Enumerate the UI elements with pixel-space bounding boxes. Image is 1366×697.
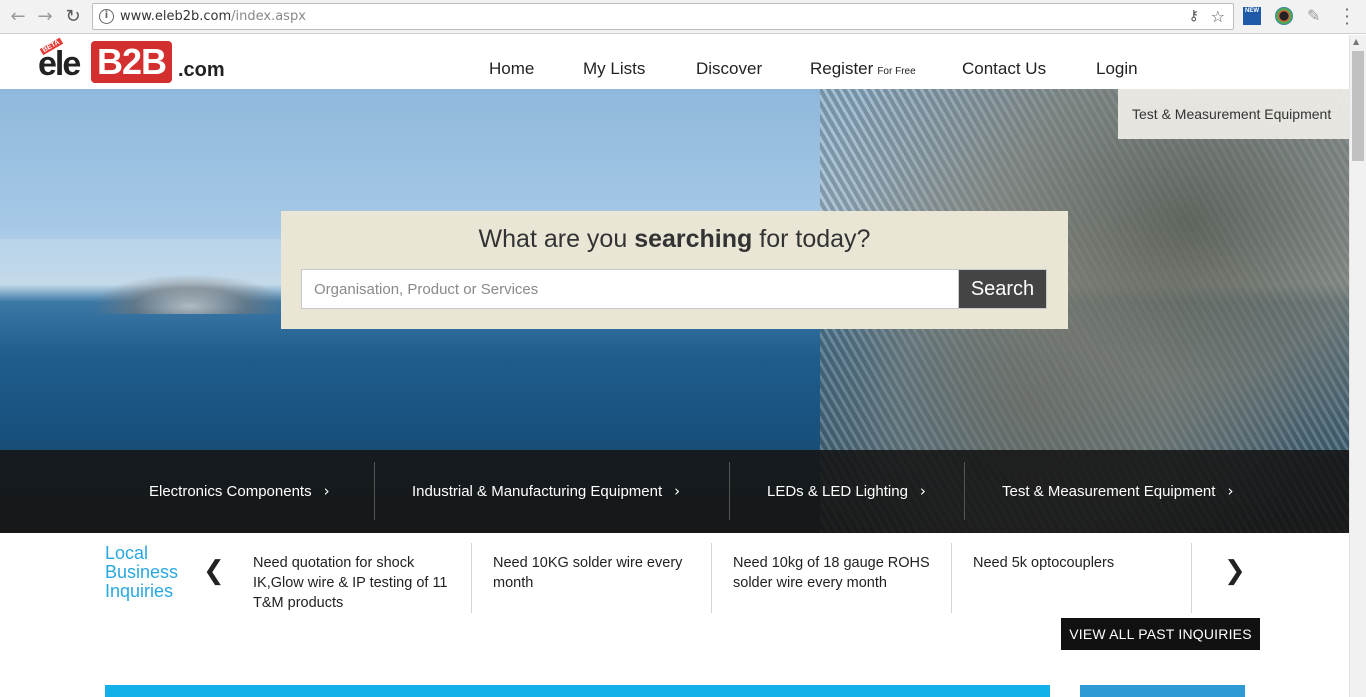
category-divider (374, 462, 375, 520)
search-input[interactable] (301, 269, 959, 309)
url-text[interactable]: www.eleb2b.com/index.aspx (120, 9, 306, 24)
site-header: ele BETA B2B .com Home My Lists Discover… (0, 35, 1349, 89)
hero-banner: Test & Measurement Equipment What are yo… (0, 89, 1349, 533)
address-bar[interactable]: i www.eleb2b.com/index.aspx ⚷ ☆ (92, 3, 1234, 30)
logo-com: .com (178, 59, 225, 81)
search-heading-bold: searching (634, 225, 753, 253)
chevron-right-icon: › (1227, 482, 1234, 500)
inquiries-heading: Local Business Inquiries (105, 543, 179, 601)
back-icon[interactable]: ← (7, 6, 29, 28)
category-industrial-manufacturing[interactable]: Industrial & Manufacturing Equipment › (412, 462, 680, 520)
nav-login[interactable]: Login (1096, 59, 1138, 79)
menu-icon[interactable]: · · · (1342, 2, 1352, 32)
chevron-left-icon[interactable]: ❮ (203, 555, 225, 587)
search-heading: What are you searching for today? (281, 225, 1068, 254)
nav-home[interactable]: Home (489, 59, 534, 79)
category-label: Test & Measurement Equipment (1002, 482, 1216, 500)
forward-icon[interactable]: → (34, 6, 56, 28)
hero-island-image (90, 274, 290, 314)
reload-icon[interactable]: ↻ (62, 6, 84, 28)
nav-register-label: Register (810, 59, 874, 78)
category-bar: Electronics Components › Industrial & Man… (0, 450, 1349, 533)
pen-extension-icon[interactable]: ✎ (1307, 7, 1325, 25)
category-test-measurement[interactable]: Test & Measurement Equipment › (1002, 462, 1233, 520)
category-label: Electronics Components (149, 482, 312, 500)
scroll-up-icon[interactable]: ▲ (1353, 37, 1359, 46)
search-heading-post: for today? (759, 225, 871, 253)
chevron-right-icon: › (674, 482, 681, 500)
url-host: www.eleb2b.com (120, 9, 232, 24)
view-all-inquiries-button[interactable]: VIEW ALL PAST INQUIRIES (1061, 618, 1260, 650)
section-side-banner[interactable] (1080, 685, 1245, 697)
category-divider (729, 462, 730, 520)
category-label: LEDs & LED Lighting (767, 482, 908, 500)
inquiry-card[interactable]: Need 5k optocouplers (952, 543, 1192, 613)
nav-register-note: For Free (877, 66, 916, 77)
nav-contact-us[interactable]: Contact Us (962, 59, 1046, 79)
page-scrollbar[interactable]: ▲ (1349, 35, 1366, 697)
logo-b2b: B2B (91, 41, 173, 83)
hero-category-link[interactable]: Test & Measurement Equipment (1118, 89, 1349, 139)
search-button[interactable]: Search (958, 269, 1047, 309)
section-banner (105, 685, 1050, 697)
inquiry-card[interactable]: Need quotation for shock IK,Glow wire & … (232, 543, 472, 613)
category-electronics-components[interactable]: Electronics Components › (149, 462, 330, 520)
site-logo[interactable]: ele BETA B2B .com (38, 37, 228, 85)
scrollbar-thumb[interactable] (1352, 51, 1364, 161)
inquiry-card[interactable]: Need 10kg of 18 gauge ROHS solder wire e… (712, 543, 952, 613)
chevron-right-icon: › (323, 482, 330, 500)
category-label: Industrial & Manufacturing Equipment (412, 482, 663, 500)
inquiry-card[interactable]: Need 10KG solder wire every month (472, 543, 712, 613)
nav-discover[interactable]: Discover (696, 59, 762, 79)
search-panel: What are you searching for today? Search (281, 211, 1068, 329)
browser-toolbar: ← → ↻ i www.eleb2b.com/index.aspx ⚷ ☆ NE… (0, 0, 1366, 34)
chevron-right-icon: › (919, 482, 926, 500)
color-extension-icon[interactable] (1275, 7, 1293, 25)
key-icon[interactable]: ⚷ (1189, 8, 1199, 24)
info-icon[interactable]: i (99, 9, 114, 24)
search-heading-pre: What are you (478, 225, 628, 253)
url-path: /index.aspx (231, 9, 306, 24)
category-leds-lighting[interactable]: LEDs & LED Lighting › (767, 462, 926, 520)
star-icon[interactable]: ☆ (1211, 7, 1225, 26)
chevron-right-icon[interactable]: ❯ (1224, 555, 1246, 587)
extension-new-label: NEW (1245, 8, 1259, 14)
nav-my-lists[interactable]: My Lists (583, 59, 645, 79)
nav-register[interactable]: Register For Free (810, 59, 916, 79)
news-extension-icon[interactable]: NEW (1243, 7, 1261, 25)
category-divider (964, 462, 965, 520)
